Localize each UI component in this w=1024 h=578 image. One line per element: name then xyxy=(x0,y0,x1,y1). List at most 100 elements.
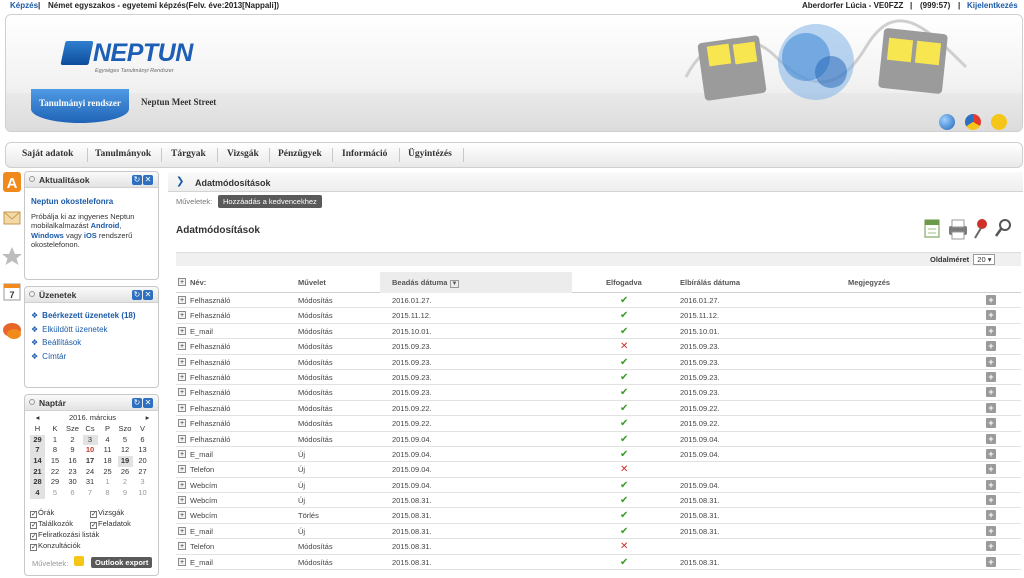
menu-finances[interactable]: Pénzügyek xyxy=(278,149,322,159)
filter-consultations[interactable]: ✓Konzultációk xyxy=(30,541,81,551)
table-row[interactable]: + E_mail Módosítás 2015.10.01. ✔ 2015.10.01. + xyxy=(176,324,1021,340)
print-icon[interactable] xyxy=(949,219,967,240)
calendar-day[interactable]: 11 xyxy=(100,445,115,456)
calendar-day[interactable]: 27 xyxy=(135,467,150,478)
calendar-icon[interactable]: 7 xyxy=(3,283,21,301)
plus-icon[interactable]: + xyxy=(986,448,996,459)
table-row[interactable]: + Felhasználó Módosítás 2015.09.23. ✔ 2015.09… xyxy=(176,355,1021,370)
calendar-day[interactable]: 23 xyxy=(65,467,80,478)
menu-information[interactable]: Információ xyxy=(342,149,387,159)
excel-export-icon[interactable] xyxy=(924,219,940,238)
filter-signup-lists[interactable]: ✓Feliratkozási listák xyxy=(30,530,99,540)
menu-administration[interactable]: Ügyintézés xyxy=(408,149,452,159)
calendar-day[interactable]: 21 xyxy=(30,466,45,478)
plus-icon[interactable]: + xyxy=(986,464,996,475)
refresh-icon[interactable]: ↻ xyxy=(132,175,142,185)
expand-row-icon[interactable]: + xyxy=(178,357,186,366)
calendar-day[interactable]: 15 xyxy=(48,456,63,467)
calendar-day[interactable]: 29 xyxy=(30,434,45,446)
col-accepted[interactable]: Elfogadva xyxy=(606,272,642,293)
table-row[interactable]: + Webcím Új 2015.09.04. ✔ 2015.09.04. + xyxy=(176,478,1021,494)
mail-icon[interactable] xyxy=(3,211,21,225)
messages-directory-link[interactable]: ❖ Címtár xyxy=(31,350,152,364)
search-icon[interactable] xyxy=(994,219,1011,237)
sort-desc-icon[interactable]: ▼ xyxy=(449,280,460,288)
calendar-day[interactable]: 7 xyxy=(83,488,98,499)
checkbox-checked-icon[interactable]: ✓ xyxy=(30,511,37,518)
calendar-day[interactable]: 1 xyxy=(100,477,115,488)
table-row[interactable]: + Felhasználó Módosítás 2015.09.23. ✔ 2015.09… xyxy=(176,370,1021,386)
table-row[interactable]: + E_mail Módosítás 2015.08.31. ✔ 2015.08.31. + xyxy=(176,555,1021,571)
calendar-day[interactable]: 10 xyxy=(83,445,98,456)
chat-icon[interactable] xyxy=(3,323,21,339)
table-row[interactable]: + Felhasználó Módosítás 2015.11.12. ✔ 2015.11… xyxy=(176,308,1021,324)
calendar-day[interactable]: 5 xyxy=(118,435,133,446)
expand-row-icon[interactable]: + xyxy=(178,419,186,428)
calendar-day[interactable]: 22 xyxy=(48,467,63,478)
col-operation[interactable]: Művelet xyxy=(298,272,326,293)
calendar-day[interactable]: 10 xyxy=(135,488,150,499)
col-name[interactable]: Név: xyxy=(190,272,206,293)
next-month-icon[interactable]: ▸ xyxy=(140,411,155,424)
plus-icon[interactable]: + xyxy=(986,341,996,352)
table-row[interactable]: + Felhasználó Módosítás 2015.09.22. ✔ 2015.09… xyxy=(176,416,1021,432)
calendar-day[interactable]: 2 xyxy=(65,435,80,446)
col-submitted[interactable]: Beadás dátuma ▼ xyxy=(392,272,460,295)
calendar-day[interactable]: 9 xyxy=(118,488,133,499)
expand-row-icon[interactable]: + xyxy=(178,311,186,320)
messages-sent-link[interactable]: ❖ Elküldött üzenetek xyxy=(31,323,152,337)
calendar-day[interactable]: 3 xyxy=(135,477,150,488)
menu-own-data[interactable]: Saját adatok xyxy=(22,149,73,159)
calendar-day[interactable]: 7 xyxy=(30,445,45,457)
ops-icon[interactable] xyxy=(74,556,84,566)
outlook-export-button[interactable]: Outlook export xyxy=(91,557,153,568)
calendar-day[interactable]: 5 xyxy=(48,488,63,499)
table-row[interactable]: + Felhasználó Módosítás 2015.09.23. ✕ 2015.09… xyxy=(176,339,1021,355)
expand-row-icon[interactable]: + xyxy=(178,434,186,443)
plus-icon[interactable]: + xyxy=(986,371,996,382)
table-row[interactable]: + Telefon Módosítás 2015.08.31. ✕ + xyxy=(176,539,1021,555)
table-row[interactable]: + Felhasználó Módosítás 2015.09.22. ✔ 2015.09… xyxy=(176,401,1021,417)
module-link[interactable]: Képzés xyxy=(10,0,38,12)
plus-icon[interactable]: + xyxy=(986,525,996,536)
table-row[interactable]: + Felhasználó Módosítás 2015.09.04. ✔ 2015.09… xyxy=(176,432,1021,447)
plus-icon[interactable]: + xyxy=(986,402,996,413)
expand-row-icon[interactable]: + xyxy=(178,496,186,505)
news-icon[interactable]: A xyxy=(3,172,21,192)
calendar-day[interactable]: 4 xyxy=(100,435,115,446)
add-to-favorites-button[interactable]: Hozzáadás a kedvencekhez xyxy=(218,195,322,208)
plus-icon[interactable]: + xyxy=(986,433,996,444)
messages-settings-link[interactable]: ❖ Beállítások xyxy=(31,336,152,350)
calendar-day[interactable]: 25 xyxy=(100,467,115,478)
chrome-icon[interactable] xyxy=(965,114,981,130)
tab-study-system[interactable]: Tanulmányi rendszer xyxy=(31,89,129,123)
prev-month-icon[interactable]: ◂ xyxy=(30,411,45,424)
calendar-day[interactable]: 6 xyxy=(65,488,80,499)
neptun-logo[interactable]: NEPTUN Egységes Tanulmányi Rendszer xyxy=(60,39,193,81)
calendar-day[interactable]: 1 xyxy=(48,435,63,446)
expand-row-icon[interactable]: + xyxy=(178,296,186,304)
plus-icon[interactable]: + xyxy=(986,510,996,521)
expand-row-icon[interactable]: + xyxy=(178,372,186,381)
menu-studies[interactable]: Tanulmányok xyxy=(95,149,151,159)
expand-all-icon[interactable]: + xyxy=(178,278,186,286)
filter-exams[interactable]: ✓Vizsgák xyxy=(90,508,124,518)
calendar-day[interactable]: 18 xyxy=(100,456,115,467)
plus-icon[interactable]: + xyxy=(986,295,996,305)
table-row[interactable]: + Webcím Törlés 2015.08.31. ✔ 2015.08.31. + xyxy=(176,508,1021,524)
tab-meet-street[interactable]: Neptun Meet Street xyxy=(141,97,216,107)
filter-classes[interactable]: ✓Órák xyxy=(30,508,54,518)
calendar-day[interactable]: 14 xyxy=(30,456,45,467)
windows-link[interactable]: Windows xyxy=(31,231,64,240)
globe-icon[interactable] xyxy=(939,114,955,130)
checkbox-checked-icon[interactable]: ✓ xyxy=(90,522,97,529)
ios-link[interactable]: iOS xyxy=(84,231,97,240)
news-headline[interactable]: Neptun okostelefonra xyxy=(31,197,152,207)
plus-icon[interactable]: + xyxy=(986,387,996,398)
star-icon[interactable] xyxy=(2,247,22,265)
plus-icon[interactable]: + xyxy=(986,356,996,367)
refresh-icon[interactable]: ↻ xyxy=(132,290,142,300)
calendar-day[interactable]: 24 xyxy=(83,467,98,478)
page-size-select[interactable]: 20 ▾ xyxy=(973,254,996,265)
expand-row-icon[interactable]: + xyxy=(178,342,186,351)
